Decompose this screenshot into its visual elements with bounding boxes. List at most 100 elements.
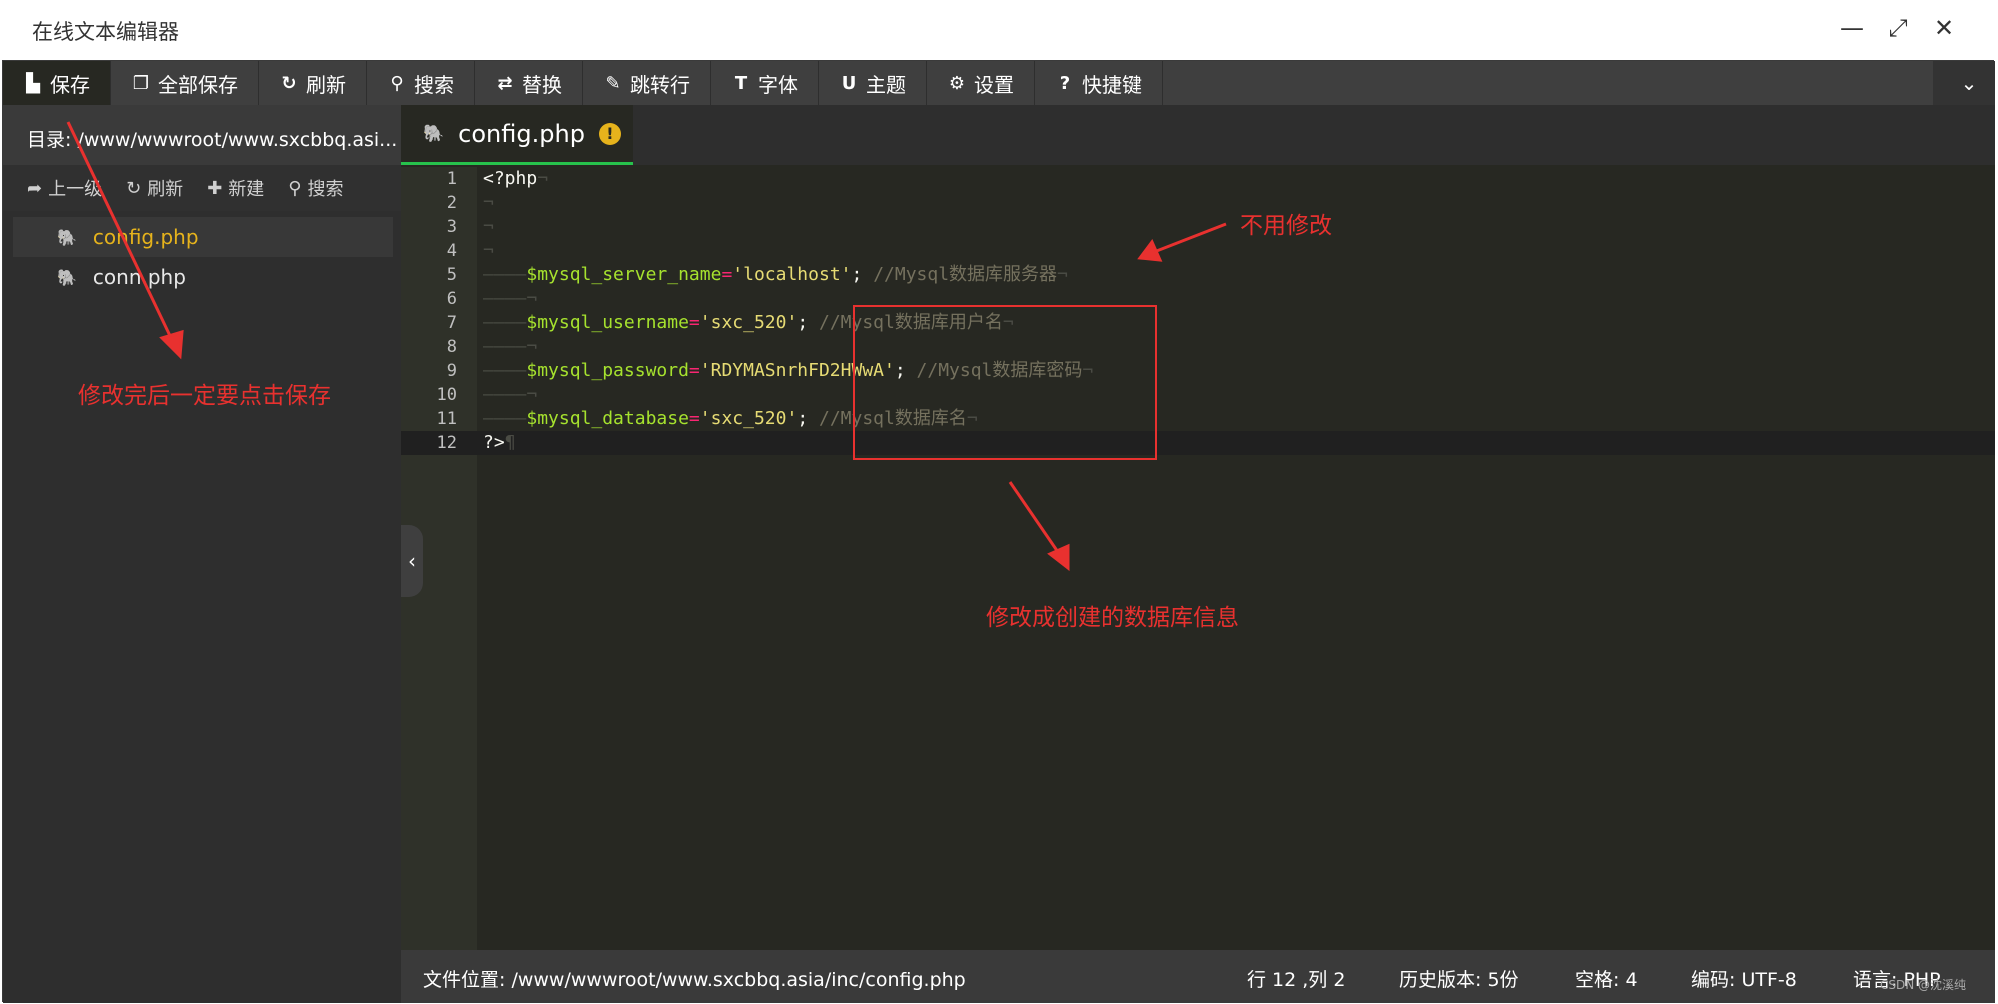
close-icon[interactable]: ✕	[1930, 14, 1958, 42]
line-number: 7	[446, 313, 457, 333]
list-item[interactable]: 🐘 conn.php	[13, 257, 393, 297]
code-token: <?php	[483, 168, 538, 189]
code-line: 7 ————$mysql_username='sxc_520'; //Mysql…	[401, 311, 1995, 335]
parent-dir-label: 上一级	[48, 179, 103, 200]
settings-button[interactable]: ⚙ 设置	[927, 61, 1035, 105]
sidebar-refresh-button[interactable]: ↻ 刷新	[102, 165, 183, 211]
shortcuts-button[interactable]: ? 快捷键	[1035, 61, 1163, 105]
history-versions[interactable]: 历史版本: 5份	[1399, 965, 1519, 992]
line-number: 11	[436, 409, 457, 429]
code-text: ————¬	[483, 336, 538, 357]
code-text: ?>¶	[483, 432, 516, 453]
goto-line-button[interactable]: ✎ 跳转行	[583, 61, 711, 105]
line-number: 6	[446, 289, 457, 309]
pin-icon: ✎	[605, 72, 621, 94]
code-line-current: 12 ?>¶	[401, 431, 1995, 455]
watermark: CSDN @沈溪纯	[1880, 978, 1967, 992]
file-list: 🐘 config.php 🐘 conn.php	[13, 217, 393, 297]
php-elephant-icon: 🐘	[57, 227, 77, 247]
parent-dir-button[interactable]: ➦ 上一级	[3, 165, 102, 211]
code-line: 2 ¬	[401, 191, 1995, 215]
code-editor: 🐘 config.php ! 1 <?php¬ 2 ¬ 3 ¬ 4 ¬ 5 ——…	[401, 105, 1995, 1003]
php-elephant-icon: 🐘	[423, 123, 445, 144]
replace-button[interactable]: ⇄ 替换	[475, 61, 583, 105]
shortcuts-label: 快捷键	[1082, 72, 1142, 97]
code-line: 3 ¬	[401, 215, 1995, 239]
code-variable: $mysql_database	[526, 408, 689, 429]
code-line: 11 ————$mysql_database='sxc_520'; //Mysq…	[401, 407, 1995, 431]
code-line: 9 ————$mysql_password='RDYMASnrhFD2HWwA'…	[401, 359, 1995, 383]
code-line: 4 ¬	[401, 239, 1995, 263]
line-number: 2	[446, 193, 457, 213]
window-title: 在线文本编辑器	[32, 20, 179, 44]
encoding-setting[interactable]: 编码: UTF-8	[1691, 965, 1797, 992]
sidebar-refresh-label: 刷新	[147, 179, 184, 200]
save-all-label: 全部保存	[158, 72, 238, 97]
save-label: 保存	[50, 72, 90, 97]
code-variable: $mysql_username	[526, 312, 689, 333]
code-text: <?php¬	[483, 168, 549, 189]
code-text: ¬	[483, 192, 494, 213]
magnet-icon: U	[841, 72, 857, 94]
refresh-button[interactable]: ↻ 刷新	[259, 61, 367, 105]
editor-window: ▙ 保存 ❐ 全部保存 ↻ 刷新 ⚲ 搜索 ⇄ 替换 ✎ 跳转行 T 字体 U	[2, 60, 1995, 1003]
font-icon: T	[734, 72, 748, 94]
minimize-icon[interactable]: —	[1838, 14, 1866, 42]
replace-label: 替换	[522, 72, 562, 97]
tab-config-php[interactable]: 🐘 config.php !	[401, 105, 633, 165]
file-name: conn.php	[92, 265, 186, 289]
maximize-icon[interactable]: ⤢	[1884, 14, 1912, 42]
share-icon: ➦	[27, 177, 43, 199]
chevron-down-icon[interactable]: ⌄	[1957, 71, 1981, 95]
indent-setting[interactable]: 空格: 4	[1575, 965, 1638, 992]
no-change-annotation: 不用修改	[1240, 213, 1332, 239]
tab-bar: 🐘 config.php !	[401, 105, 1995, 165]
window-titlebar: 在线文本编辑器 — ⤢ ✕	[0, 0, 1998, 60]
cursor-position[interactable]: 行 12 ,列 2	[1247, 965, 1345, 992]
font-label: 字体	[758, 72, 798, 97]
sidebar-search-label: 搜索	[307, 179, 344, 200]
gear-icon: ⚙	[948, 72, 966, 94]
file-name: config.php	[92, 225, 199, 249]
sidebar-toolbar: ➦ 上一级 ↻ 刷新 ✚ 新建 ⚲ 搜索	[3, 165, 401, 211]
code-line: 6 ————¬	[401, 287, 1995, 311]
code-variable: $mysql_server_name	[526, 264, 722, 285]
replace-icon: ⇄	[497, 72, 513, 94]
code-line: 8 ————¬	[401, 335, 1995, 359]
code-line: 10 ————¬	[401, 383, 1995, 407]
directory-path: 目录: /www/wwwroot/www.sxcbbq.asi...	[3, 105, 401, 165]
font-button[interactable]: T 字体	[711, 61, 819, 105]
line-number: 4	[446, 241, 457, 261]
code-text: ————¬	[483, 384, 538, 405]
php-elephant-icon: 🐘	[57, 267, 77, 287]
tab-label: config.php	[458, 119, 585, 148]
line-number: 5	[446, 265, 457, 285]
code-string: 'sxc_520'	[699, 312, 798, 333]
theme-button[interactable]: U 主题	[819, 61, 927, 105]
code-string: 'sxc_520'	[699, 408, 798, 429]
sidebar-toggle-handle[interactable]: ‹	[401, 525, 423, 597]
file-sidebar: 目录: /www/wwwroot/www.sxcbbq.asi... ➦ 上一级…	[3, 105, 401, 1003]
refresh-icon: ↻	[281, 72, 297, 94]
code-area[interactable]: 1 <?php¬ 2 ¬ 3 ¬ 4 ¬ 5 ————$mysql_server…	[401, 167, 1995, 455]
save-all-icon: ❐	[132, 72, 150, 94]
code-text: ————$mysql_server_name='localhost'; //My…	[483, 264, 1068, 285]
code-line: 5 ————$mysql_server_name='localhost'; //…	[401, 263, 1995, 287]
save-button[interactable]: ▙ 保存	[3, 61, 111, 105]
code-variable: $mysql_password	[526, 360, 689, 381]
search-button[interactable]: ⚲ 搜索	[367, 61, 475, 105]
code-text: ¬	[483, 240, 494, 261]
list-item[interactable]: 🐘 config.php	[13, 217, 393, 257]
unsaved-warning-icon: !	[598, 122, 621, 145]
code-token: ?>	[483, 432, 505, 453]
search-icon: ⚲	[288, 177, 302, 199]
save-reminder-annotation: 修改完后一定要点击保存	[78, 383, 331, 409]
sidebar-search-button[interactable]: ⚲ 搜索	[264, 165, 343, 211]
save-all-button[interactable]: ❐ 全部保存	[111, 61, 259, 105]
toolbar-right: ⌄	[1933, 61, 1995, 105]
save-icon: ▙	[26, 72, 40, 94]
code-comment: //Mysql数据库服务器	[873, 264, 1058, 285]
file-location: 文件位置: /www/wwwroot/www.sxcbbq.asia/inc/c…	[423, 969, 966, 991]
new-file-button[interactable]: ✚ 新建	[183, 165, 264, 211]
code-text: ————¬	[483, 288, 538, 309]
